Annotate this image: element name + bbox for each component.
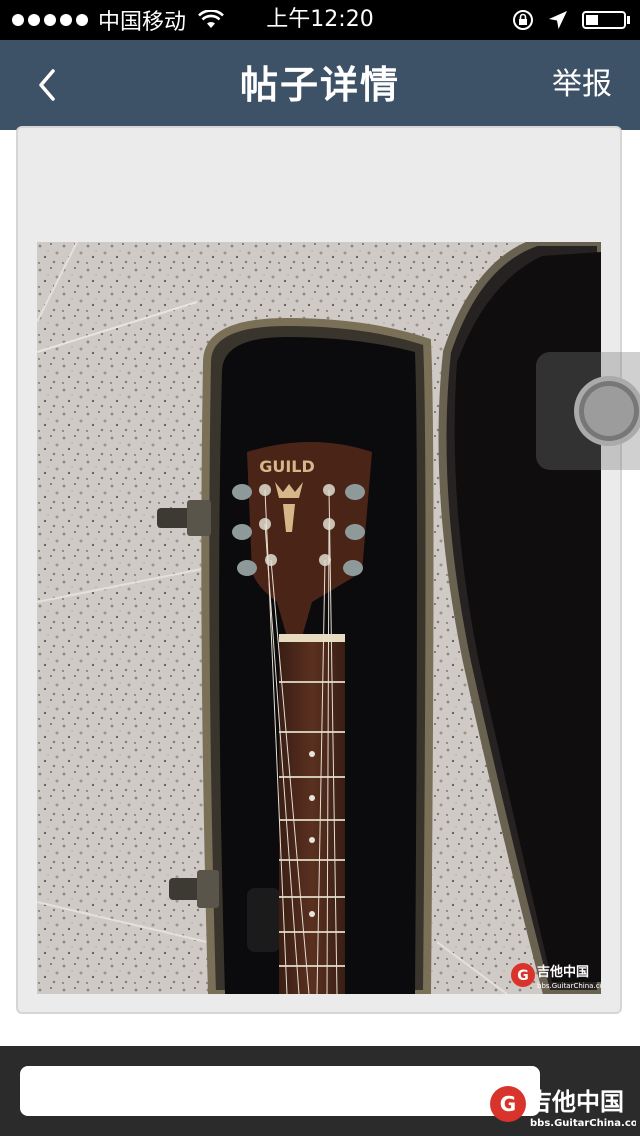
- assistive-touch-button[interactable]: [536, 352, 640, 470]
- navigation-bar: 帖子详情 举报: [0, 40, 640, 130]
- status-bar: 中国移动 上午12:20: [0, 0, 640, 40]
- report-button[interactable]: 举报: [552, 40, 612, 130]
- site-watermark-main: 吉他中国: [528, 1088, 624, 1116]
- rotation-lock-icon: [513, 10, 533, 30]
- svg-text:G: G: [500, 1092, 516, 1116]
- reply-input[interactable]: [20, 1066, 540, 1116]
- location-arrow-icon: [549, 11, 567, 29]
- battery-icon: [582, 11, 630, 29]
- image-watermark: G 吉他中国 bbs.GuitarChina.com: [511, 963, 601, 990]
- assistive-touch-knob-icon: [574, 376, 640, 446]
- site-watermark-url: bbs.GuitarChina.com: [530, 1118, 636, 1129]
- watermark-main-text: 吉他中国: [537, 964, 589, 980]
- guitar-case-photo: GUILD G 吉他中国 bbs.GuitarChina.c: [37, 242, 601, 994]
- post-image[interactable]: GUILD G 吉他中国 bbs.GuitarChina.c: [37, 242, 601, 994]
- svg-text:G: G: [517, 968, 529, 984]
- watermark-url-text: bbs.GuitarChina.com: [537, 982, 601, 990]
- page-title: 帖子详情: [239, 63, 400, 107]
- headstock-logo-text: GUILD: [259, 457, 315, 476]
- site-watermark: G 吉他中国 bbs.GuitarChina.com: [490, 1086, 636, 1129]
- status-right: [512, 0, 630, 40]
